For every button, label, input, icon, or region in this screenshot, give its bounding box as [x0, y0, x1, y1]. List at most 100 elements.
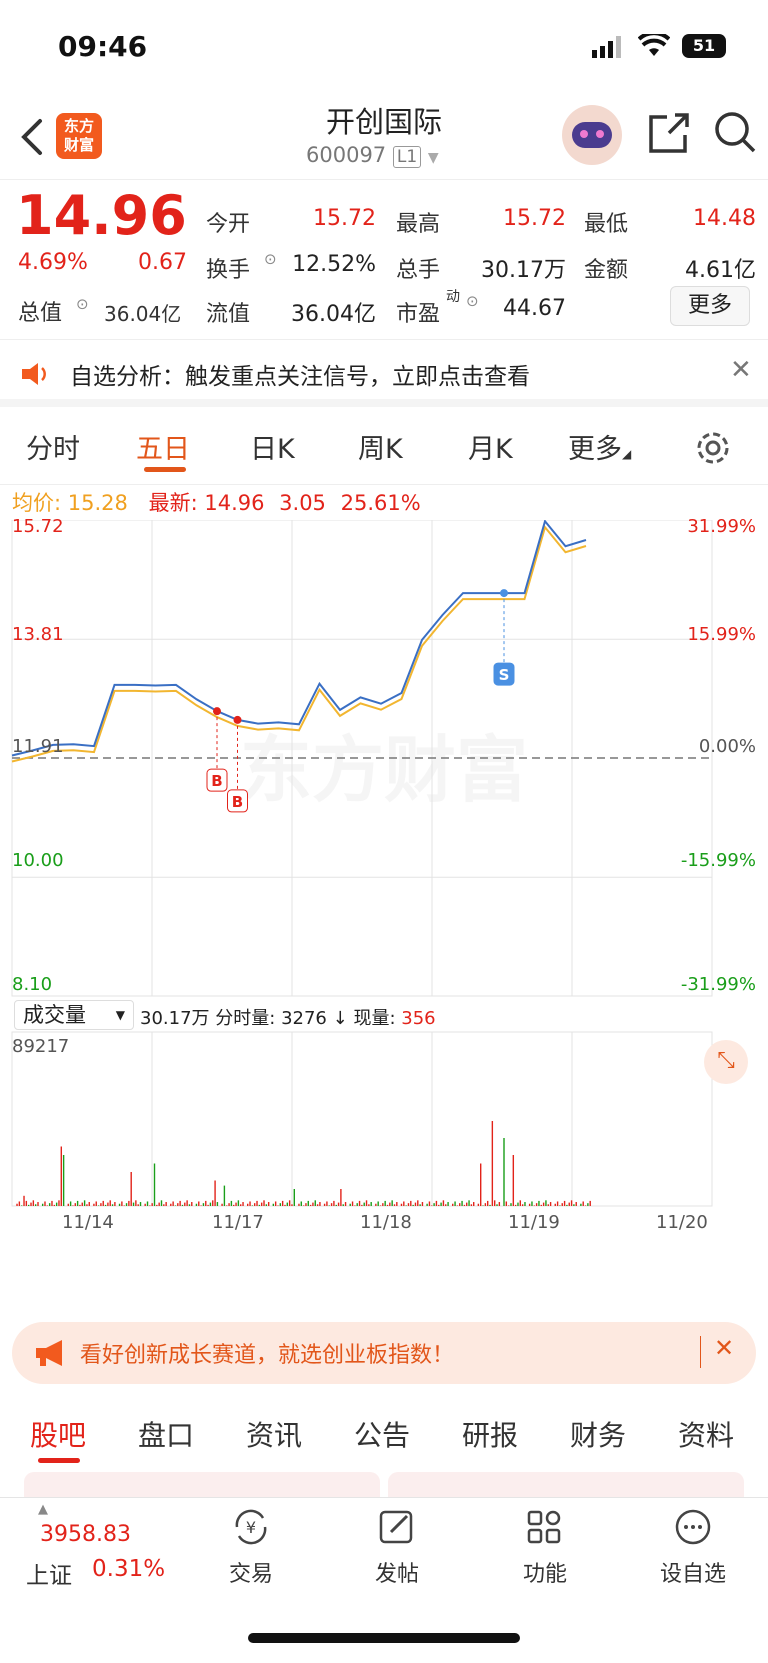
trade-marker-dot [213, 707, 221, 716]
volume-bar [447, 1202, 449, 1206]
five-day-chart[interactable]: 东方财富 BB S 15.72 13.81 11.91 10.00 8.10 31… [0, 516, 768, 1280]
volume-bar [393, 1204, 396, 1206]
trade-marker-dot [500, 589, 508, 598]
volume-bar [428, 1201, 431, 1206]
volume-bar [503, 1138, 505, 1206]
volume-bar [153, 1163, 156, 1206]
y-tick-left: 13.81 [12, 624, 64, 645]
tab-announcements[interactable]: 公告 [354, 1414, 410, 1454]
tab-monthly-k[interactable]: 月K [468, 427, 513, 466]
volume-bar [580, 1203, 582, 1206]
tab-research[interactable]: 研报 [462, 1414, 518, 1454]
tab-intraday[interactable]: 分时 [26, 427, 80, 466]
index-value[interactable]: 3958.83 [40, 1522, 131, 1547]
volume-bar [433, 1203, 435, 1206]
tab-more[interactable]: 更多◢ [568, 427, 631, 466]
tab-finance[interactable]: 财务 [570, 1414, 626, 1454]
volume-bar [493, 1200, 496, 1206]
more-button[interactable]: 更多 [670, 286, 750, 326]
volume-bar [421, 1202, 424, 1206]
post-button[interactable]: 发帖 [342, 1508, 452, 1588]
low-value: 14.48 [693, 206, 756, 231]
volume-bar [540, 1204, 542, 1206]
volume-bar [139, 1202, 142, 1206]
close-icon[interactable]: ✕ [714, 1334, 734, 1362]
trade-button[interactable]: ¥ 交易 [196, 1508, 306, 1588]
battery-level: 51 [692, 36, 716, 55]
volume-bar [314, 1200, 316, 1206]
y-tick-right: -15.99% [680, 850, 756, 871]
y-tick-left: 15.72 [12, 516, 64, 537]
add-watchlist-button[interactable]: 设自选 [638, 1508, 748, 1588]
search-icon[interactable] [712, 109, 758, 155]
volume-bar [375, 1203, 377, 1206]
trade-marker-label: B [232, 793, 243, 811]
change-pct: 4.69% [18, 250, 88, 275]
last-price: 14.96 [16, 184, 187, 247]
battery-icon: 51 [682, 34, 726, 58]
info-icon[interactable]: ⊙ [76, 295, 89, 313]
volume-bar [589, 1200, 591, 1206]
volume-bar [351, 1201, 354, 1206]
volume-bar [431, 1205, 433, 1206]
status-time: 09:46 [58, 30, 148, 63]
now-vol: 356 [401, 1008, 436, 1029]
volume-bar [100, 1203, 102, 1206]
promo-banner[interactable]: 看好创新成长赛道，就选创业板指数！ ✕ [12, 1322, 756, 1384]
tab-pankou[interactable]: 盘口 [138, 1414, 194, 1454]
index-pct[interactable]: 0.31% [92, 1556, 165, 1582]
volume-bar [198, 1201, 200, 1206]
volume-bar [386, 1204, 389, 1206]
functions-button[interactable]: 功能 [490, 1508, 600, 1588]
pe-value: 44.67 [503, 296, 566, 321]
close-icon[interactable]: ✕ [730, 355, 752, 385]
settings-gear-icon[interactable] [694, 429, 732, 467]
promo-text: 看好创新成长赛道，就选创业板指数！ [80, 1343, 455, 1368]
tab-guba[interactable]: 股吧 [30, 1414, 86, 1454]
info-icon[interactable]: ⊙ [466, 292, 479, 310]
high-label: 最高 [396, 212, 441, 237]
stock-header: 东方 财富 开创国际 600097 L1 ▼ [0, 95, 768, 180]
volume-selector[interactable]: 成交量 ▼ [14, 1000, 134, 1030]
tab-five-day[interactable]: 五日 [136, 427, 190, 466]
volume-bar [128, 1200, 130, 1206]
volume-bars [11, 1031, 713, 1207]
volume-bar [587, 1203, 589, 1206]
info-icon[interactable]: ⊙ [264, 250, 277, 268]
expand-icon[interactable]: ⤡ [704, 1040, 748, 1084]
chg-value: 3.05 [279, 491, 326, 515]
volume-bar [51, 1200, 53, 1206]
tab-daily-k[interactable]: 日K [250, 427, 295, 466]
volume-bar [209, 1202, 212, 1206]
volume-bar [258, 1204, 261, 1206]
volume-bar [149, 1205, 151, 1206]
share-icon[interactable] [647, 111, 691, 155]
volume-bar [517, 1202, 519, 1206]
volume-label: 总手 [396, 258, 441, 283]
volume-bar [72, 1205, 74, 1206]
volume-bar [498, 1202, 501, 1206]
volume-bar [158, 1202, 160, 1206]
price-chart-svg[interactable]: 东方财富 BB S [0, 519, 768, 1280]
volume-bar [125, 1203, 128, 1206]
tab-news[interactable]: 资讯 [246, 1414, 302, 1454]
volume-bar [191, 1202, 193, 1206]
robot-assistant-icon[interactable] [562, 105, 622, 165]
volume-bar [330, 1203, 333, 1206]
volume-bar [151, 1203, 153, 1206]
volume-bar [466, 1202, 468, 1206]
volume-bar [18, 1201, 21, 1206]
stock-code-row[interactable]: 600097 L1 ▼ [306, 143, 439, 168]
index-name[interactable]: 上证 [26, 1556, 72, 1590]
volume-bar [181, 1204, 184, 1206]
volume-bar [97, 1205, 100, 1206]
volume-bar [74, 1203, 76, 1206]
volume-bar [146, 1201, 149, 1206]
volume-bar [109, 1200, 111, 1206]
volume-bar [67, 1203, 69, 1206]
notice-banner[interactable]: 自选分析：触发重点关注信号，立即点击查看 ✕ [0, 341, 768, 407]
tab-weekly-k[interactable]: 周K [358, 427, 403, 466]
tab-profile[interactable]: 资料 [678, 1414, 734, 1454]
volume-bar [240, 1204, 242, 1206]
volume-bar [358, 1200, 361, 1206]
